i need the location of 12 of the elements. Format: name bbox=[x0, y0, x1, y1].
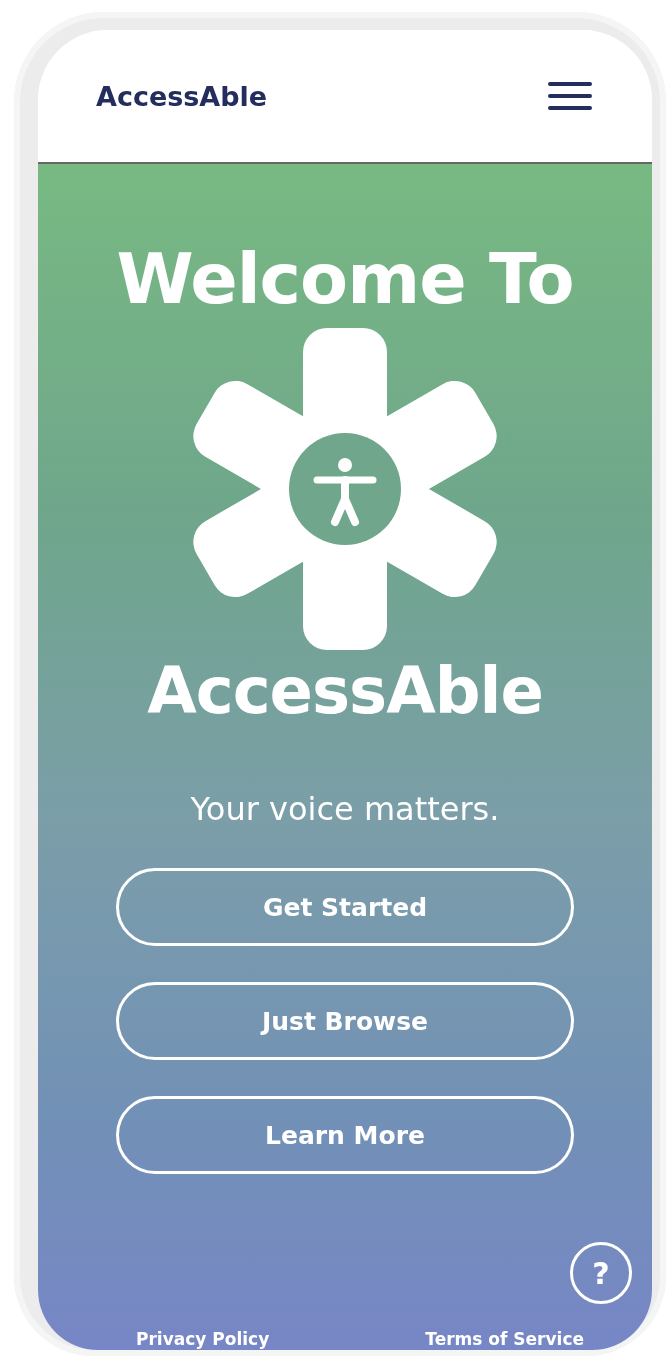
footer-link[interactable]: Privacy Policy bbox=[136, 1328, 270, 1350]
asterisk-person-icon bbox=[190, 328, 500, 650]
app-title: AccessAble bbox=[147, 654, 543, 728]
brand-name: AccessAble bbox=[96, 80, 268, 112]
footer-link[interactable]: Terms of Service bbox=[425, 1328, 584, 1350]
tagline: Your voice matters. bbox=[190, 790, 500, 828]
help-button[interactable]: ? bbox=[570, 1242, 632, 1304]
pill-button[interactable]: Get Started bbox=[116, 868, 574, 946]
pill-button[interactable]: Just Browse bbox=[116, 982, 574, 1060]
pill-button[interactable]: Learn More bbox=[116, 1096, 574, 1174]
welcome-heading: Welcome To bbox=[116, 238, 574, 320]
menu-icon bbox=[548, 81, 592, 111]
